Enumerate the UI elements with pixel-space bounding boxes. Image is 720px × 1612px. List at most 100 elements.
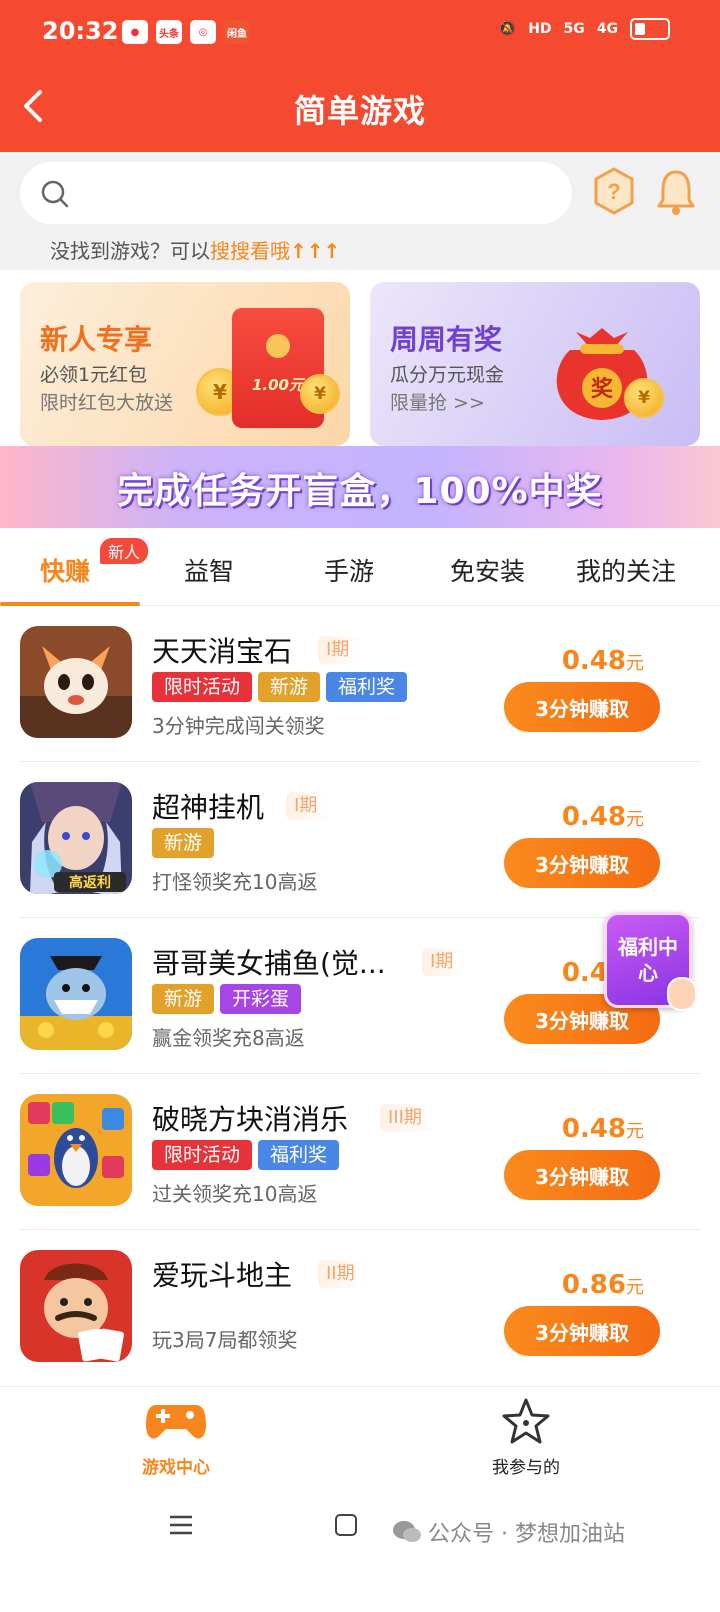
period-badge: I期: [422, 948, 468, 976]
fox-game-icon[interactable]: [20, 626, 132, 738]
coin-icon: ¥: [624, 378, 664, 418]
price-unit: 元: [626, 809, 644, 830]
status-bar: 20:32 ● 头条 ◎ 闲鱼 🔕 HD 5G 4G: [0, 0, 720, 64]
welfare-center-button[interactable]: 福利中心: [604, 912, 697, 1011]
status-indicators: 🔕 HD 5G 4G: [499, 18, 670, 40]
game-description: 3分钟完成闯关领奖: [152, 714, 325, 738]
pointing-hand-icon: [667, 977, 697, 1011]
game-description: 玩3局7局都领奖: [152, 1328, 298, 1352]
svg-text:?: ?: [607, 179, 620, 204]
list-item[interactable]: 高返利 超神挂机 I期 新游 打怪领奖充10高返 0.48元 3分钟赚取: [0, 762, 720, 918]
penguin-game-icon[interactable]: [20, 1094, 132, 1206]
tag-list: 新游 开彩蛋: [152, 984, 302, 1014]
game-name: 爱玩斗地主: [152, 1259, 293, 1292]
newcomer-line1: 必领1元红包: [40, 364, 148, 386]
earn-button[interactable]: 3分钟赚取: [504, 838, 660, 888]
search-icon: [41, 180, 69, 208]
weekly-line1: 瓜分万元现金: [390, 364, 505, 386]
category-tabs: 快赚 新人 益智 手游 免安装 我的关注: [0, 528, 720, 606]
weekly-prize-card[interactable]: 周周有奖 瓜分万元现金 限量抢 >> 奖 ¥: [370, 282, 700, 446]
list-item[interactable]: 天天消宝石 I期 限时活动 新游 福利奖 3分钟完成闯关领奖 0.48元 3分钟…: [0, 606, 720, 762]
game-name: 超神挂机: [152, 791, 265, 824]
xianyu-app-icon: 闲鱼: [224, 20, 250, 44]
tag: 限时活动: [152, 672, 253, 702]
price-value: 0.48: [561, 1114, 626, 1144]
period-badge: II期: [318, 1260, 369, 1288]
tag: 福利奖: [326, 672, 408, 702]
reward-price: 0.86元: [562, 1270, 644, 1300]
mage-game-icon[interactable]: 高返利: [20, 782, 132, 894]
bell-icon[interactable]: [654, 166, 698, 218]
price-value: 0.48: [561, 802, 626, 832]
weekly-title: 周周有奖: [390, 323, 503, 356]
newcomer-card[interactable]: 新人专享 必领1元红包 限时红包大放送 ¥ 1.00元 ¥: [20, 282, 350, 446]
system-nav-bar: 公众号 · 梦想加油站: [0, 1490, 720, 1612]
tag: 新游: [152, 984, 215, 1014]
new-user-badge: 新人: [100, 538, 149, 564]
gamepad-icon: [146, 1405, 206, 1439]
4g-signal-icon: 4G: [596, 21, 618, 37]
promo-section: 新人专享 必领1元红包 限时红包大放送 ¥ 1.00元 ¥ 周周有奖 瓜分万元现…: [0, 270, 720, 460]
toutiao-app-icon: 头条: [156, 20, 182, 44]
reward-price: 0.48元: [562, 1114, 644, 1144]
notification-app-icon: ◎: [190, 20, 216, 44]
hint-text: 没找到游戏？可以: [50, 239, 210, 263]
tag: 新游: [258, 672, 321, 702]
help-icon[interactable]: ?: [592, 166, 636, 218]
tab-mobile-games[interactable]: 手游: [324, 552, 374, 588]
welfare-label: 福利中心: [618, 935, 678, 985]
list-item[interactable]: 爱玩斗地主 II期 玩3局7局都领奖 0.86元 3分钟赚取: [0, 1230, 720, 1386]
price-value: 0.86: [561, 1270, 626, 1300]
notification-app-icon: ●: [122, 20, 148, 44]
earn-button[interactable]: 3分钟赚取: [504, 1150, 660, 1200]
home-icon[interactable]: [335, 1514, 357, 1536]
game-name: 天天消宝石: [152, 635, 293, 668]
status-app-icons: ● 头条 ◎ 闲鱼: [122, 20, 250, 44]
mute-icon: 🔕: [498, 21, 517, 37]
game-description: 赢金领奖充8高返: [152, 1026, 305, 1050]
nav-game-center[interactable]: 游戏中心: [96, 1397, 256, 1478]
hd-indicator: HD: [528, 21, 552, 37]
period-badge: III期: [380, 1104, 436, 1132]
period-badge: I期: [286, 792, 332, 820]
nav-label: 游戏中心: [142, 1458, 210, 1478]
earn-button[interactable]: 3分钟赚取: [504, 682, 660, 732]
game-description: 过关领奖充10高返: [152, 1182, 318, 1206]
tab-no-install[interactable]: 免安装: [450, 552, 525, 588]
bag-label: 奖: [591, 376, 614, 402]
icon-badge: 高返利: [69, 874, 111, 891]
price-unit: 元: [626, 1121, 644, 1142]
nav-participated[interactable]: 我参与的: [446, 1397, 606, 1478]
banner-text: 完成任务开盲盒，100%中奖: [117, 471, 603, 512]
tag: 限时活动: [152, 1140, 253, 1170]
earn-button[interactable]: 3分钟赚取: [504, 1306, 660, 1356]
price-value: 0.48: [561, 646, 626, 676]
newcomer-line2: 限时红包大放送: [40, 392, 174, 414]
nav-label: 我参与的: [492, 1458, 560, 1478]
tag-list: 限时活动 福利奖: [152, 1140, 340, 1170]
page-title: 简单游戏: [293, 92, 426, 130]
5g-signal-icon: 5G: [563, 21, 585, 37]
tab-quick-earn[interactable]: 快赚: [40, 552, 90, 588]
tab-following[interactable]: 我的关注: [576, 552, 676, 588]
tab-puzzle[interactable]: 益智: [184, 552, 234, 588]
shark-game-icon[interactable]: [20, 938, 132, 1050]
wechat-icon: [393, 1521, 421, 1542]
landlord-game-icon[interactable]: [20, 1250, 132, 1362]
list-item[interactable]: 破晓方块消消乐 III期 限时活动 福利奖 过关领奖充10高返 0.48元 3分…: [0, 1074, 720, 1230]
status-time: 20:32: [42, 17, 119, 45]
recent-apps-icon[interactable]: [168, 1512, 194, 1538]
blind-box-banner[interactable]: 完成任务开盲盒，100%中奖: [0, 446, 720, 528]
reward-price: 0.48元: [562, 802, 644, 832]
price-unit: 元: [626, 1277, 644, 1298]
coin-icon: ¥: [300, 374, 340, 414]
tag: 开彩蛋: [220, 984, 302, 1014]
period-badge: I期: [318, 636, 364, 664]
tag: 新游: [152, 828, 215, 858]
game-description: 打怪领奖充10高返: [152, 870, 318, 894]
game-name: 破晓方块消消乐: [152, 1103, 349, 1136]
search-try-link[interactable]: 搜搜看哦: [210, 239, 290, 263]
up-arrows-icon: ↑↑↑: [290, 239, 341, 263]
watermark-text: 公众号 · 梦想加油站: [428, 1522, 625, 1547]
search-input[interactable]: [20, 162, 572, 224]
